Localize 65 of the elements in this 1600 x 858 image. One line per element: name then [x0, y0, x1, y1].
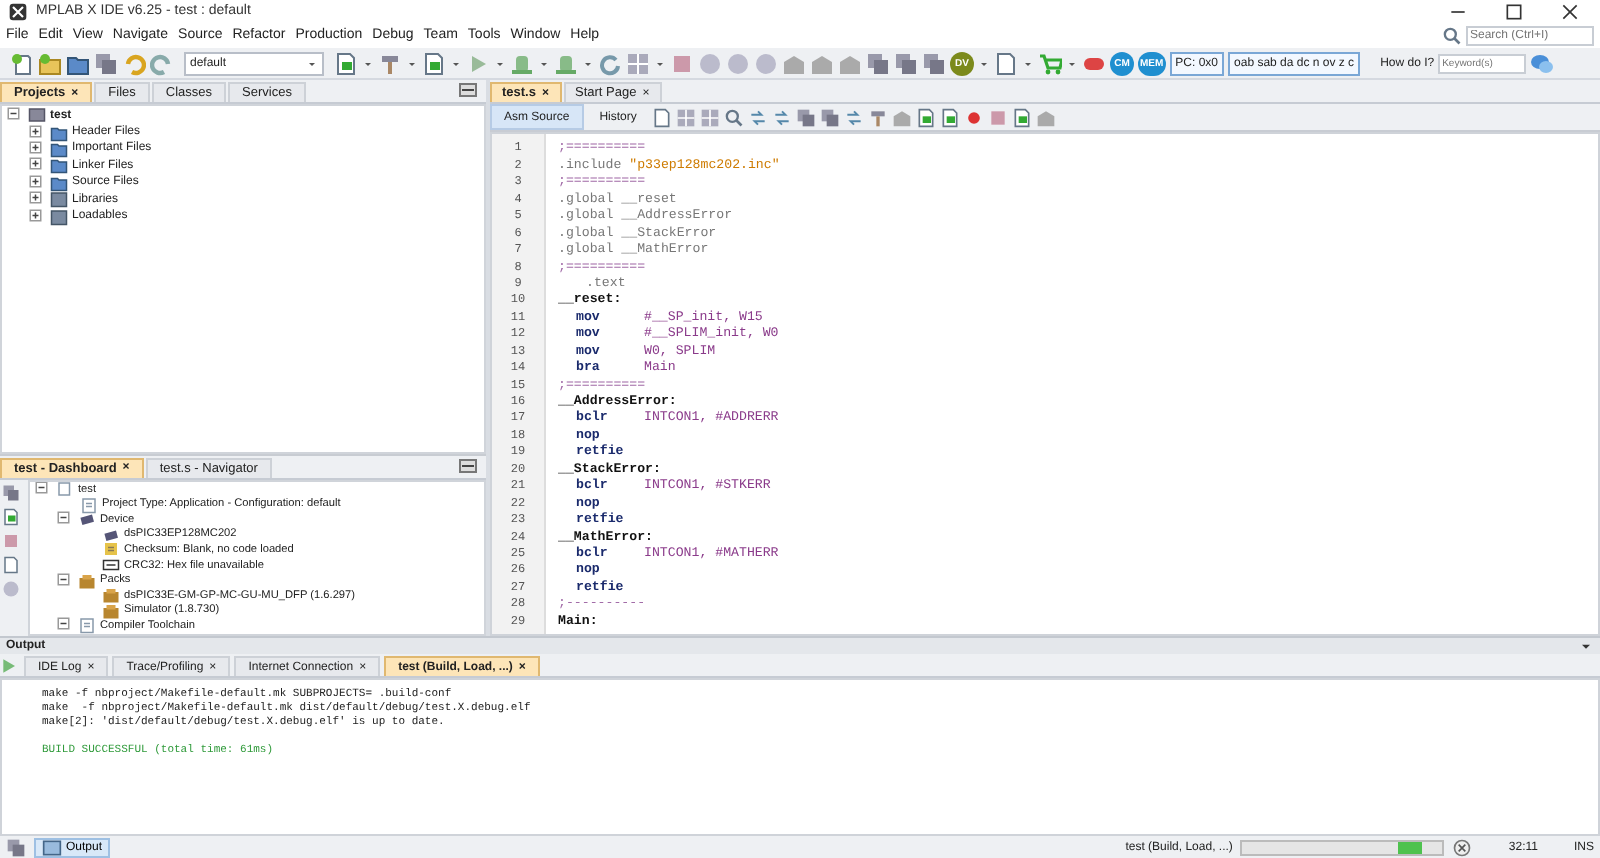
- package-icon: [102, 601, 120, 620]
- stacked-windows-icon[interactable]: [866, 51, 890, 76]
- hammer-icon[interactable]: [868, 107, 889, 128]
- package-icon: [102, 586, 120, 605]
- circle-icon[interactable]: [754, 51, 778, 76]
- expand-toggle-icon[interactable]: [28, 139, 46, 158]
- card-icon: [102, 556, 120, 575]
- document-icon[interactable]: [422, 51, 446, 76]
- box-icon[interactable]: [810, 51, 834, 76]
- project-icon: [28, 106, 46, 125]
- collapse-toggle-icon[interactable]: [56, 571, 74, 590]
- debug-icon[interactable]: [554, 51, 578, 76]
- maximize-icon[interactable]: [1504, 1, 1524, 22]
- stacked-windows-icon[interactable]: [94, 51, 118, 76]
- stacked-windows-icon[interactable]: [820, 107, 841, 128]
- collapse-toggle-icon[interactable]: [34, 481, 52, 499]
- arrows-icon[interactable]: [844, 107, 865, 128]
- arrows-icon[interactable]: [748, 107, 769, 128]
- record-icon[interactable]: [964, 107, 985, 128]
- windows-icon[interactable]: [6, 837, 26, 858]
- circle-icon[interactable]: [698, 51, 722, 76]
- circle-icon[interactable]: [726, 51, 750, 76]
- stacked-windows-icon[interactable]: [922, 51, 946, 76]
- box-icon[interactable]: [838, 51, 862, 76]
- reload-icon[interactable]: [598, 51, 622, 76]
- square-icon[interactable]: [988, 107, 1009, 128]
- arrows-icon[interactable]: [772, 107, 793, 128]
- grid-icon[interactable]: [676, 107, 697, 128]
- redo-icon[interactable]: [150, 51, 174, 76]
- box-icon[interactable]: [782, 51, 806, 76]
- search-icon: [1442, 25, 1462, 46]
- expand-toggle-icon[interactable]: [28, 156, 46, 175]
- stacked-windows-icon[interactable]: [894, 51, 918, 76]
- cart-icon[interactable]: [1038, 51, 1062, 76]
- folder-icon[interactable]: [66, 51, 90, 76]
- hammer-icon[interactable]: [378, 51, 402, 76]
- debug-icon[interactable]: [510, 51, 534, 76]
- search-icon[interactable]: [724, 107, 745, 128]
- grid-icon[interactable]: [700, 107, 721, 128]
- chat-icon[interactable]: [1530, 51, 1555, 76]
- page-icon[interactable]: [994, 51, 1018, 76]
- document-icon[interactable]: [940, 107, 961, 128]
- square-icon[interactable]: [670, 51, 694, 76]
- expand-toggle-icon[interactable]: [28, 207, 46, 226]
- checksum-icon: [102, 540, 120, 559]
- document-icon[interactable]: [334, 51, 358, 76]
- document-icon: [80, 495, 98, 514]
- grid-icon[interactable]: [626, 51, 650, 76]
- rerun-icon[interactable]: [0, 656, 20, 677]
- undo-icon[interactable]: [122, 51, 146, 76]
- document-icon[interactable]: [916, 107, 937, 128]
- new-file-icon[interactable]: [10, 51, 34, 76]
- expand-toggle-icon[interactable]: [28, 123, 46, 142]
- package-icon: [78, 571, 96, 590]
- expand-toggle-icon[interactable]: [28, 173, 46, 192]
- collapse-toggle-icon[interactable]: [56, 510, 74, 529]
- collapse-toggle-icon[interactable]: [56, 616, 74, 635]
- document-icon[interactable]: [1012, 107, 1033, 128]
- collapse-toggle-icon[interactable]: [6, 106, 24, 125]
- cancel-icon[interactable]: [1452, 837, 1473, 858]
- expand-toggle-icon[interactable]: [28, 190, 46, 209]
- stacked-windows-icon[interactable]: [796, 107, 817, 128]
- panel-icon: [42, 837, 62, 858]
- new-project-icon[interactable]: [38, 51, 62, 76]
- close-icon[interactable]: [1560, 1, 1580, 22]
